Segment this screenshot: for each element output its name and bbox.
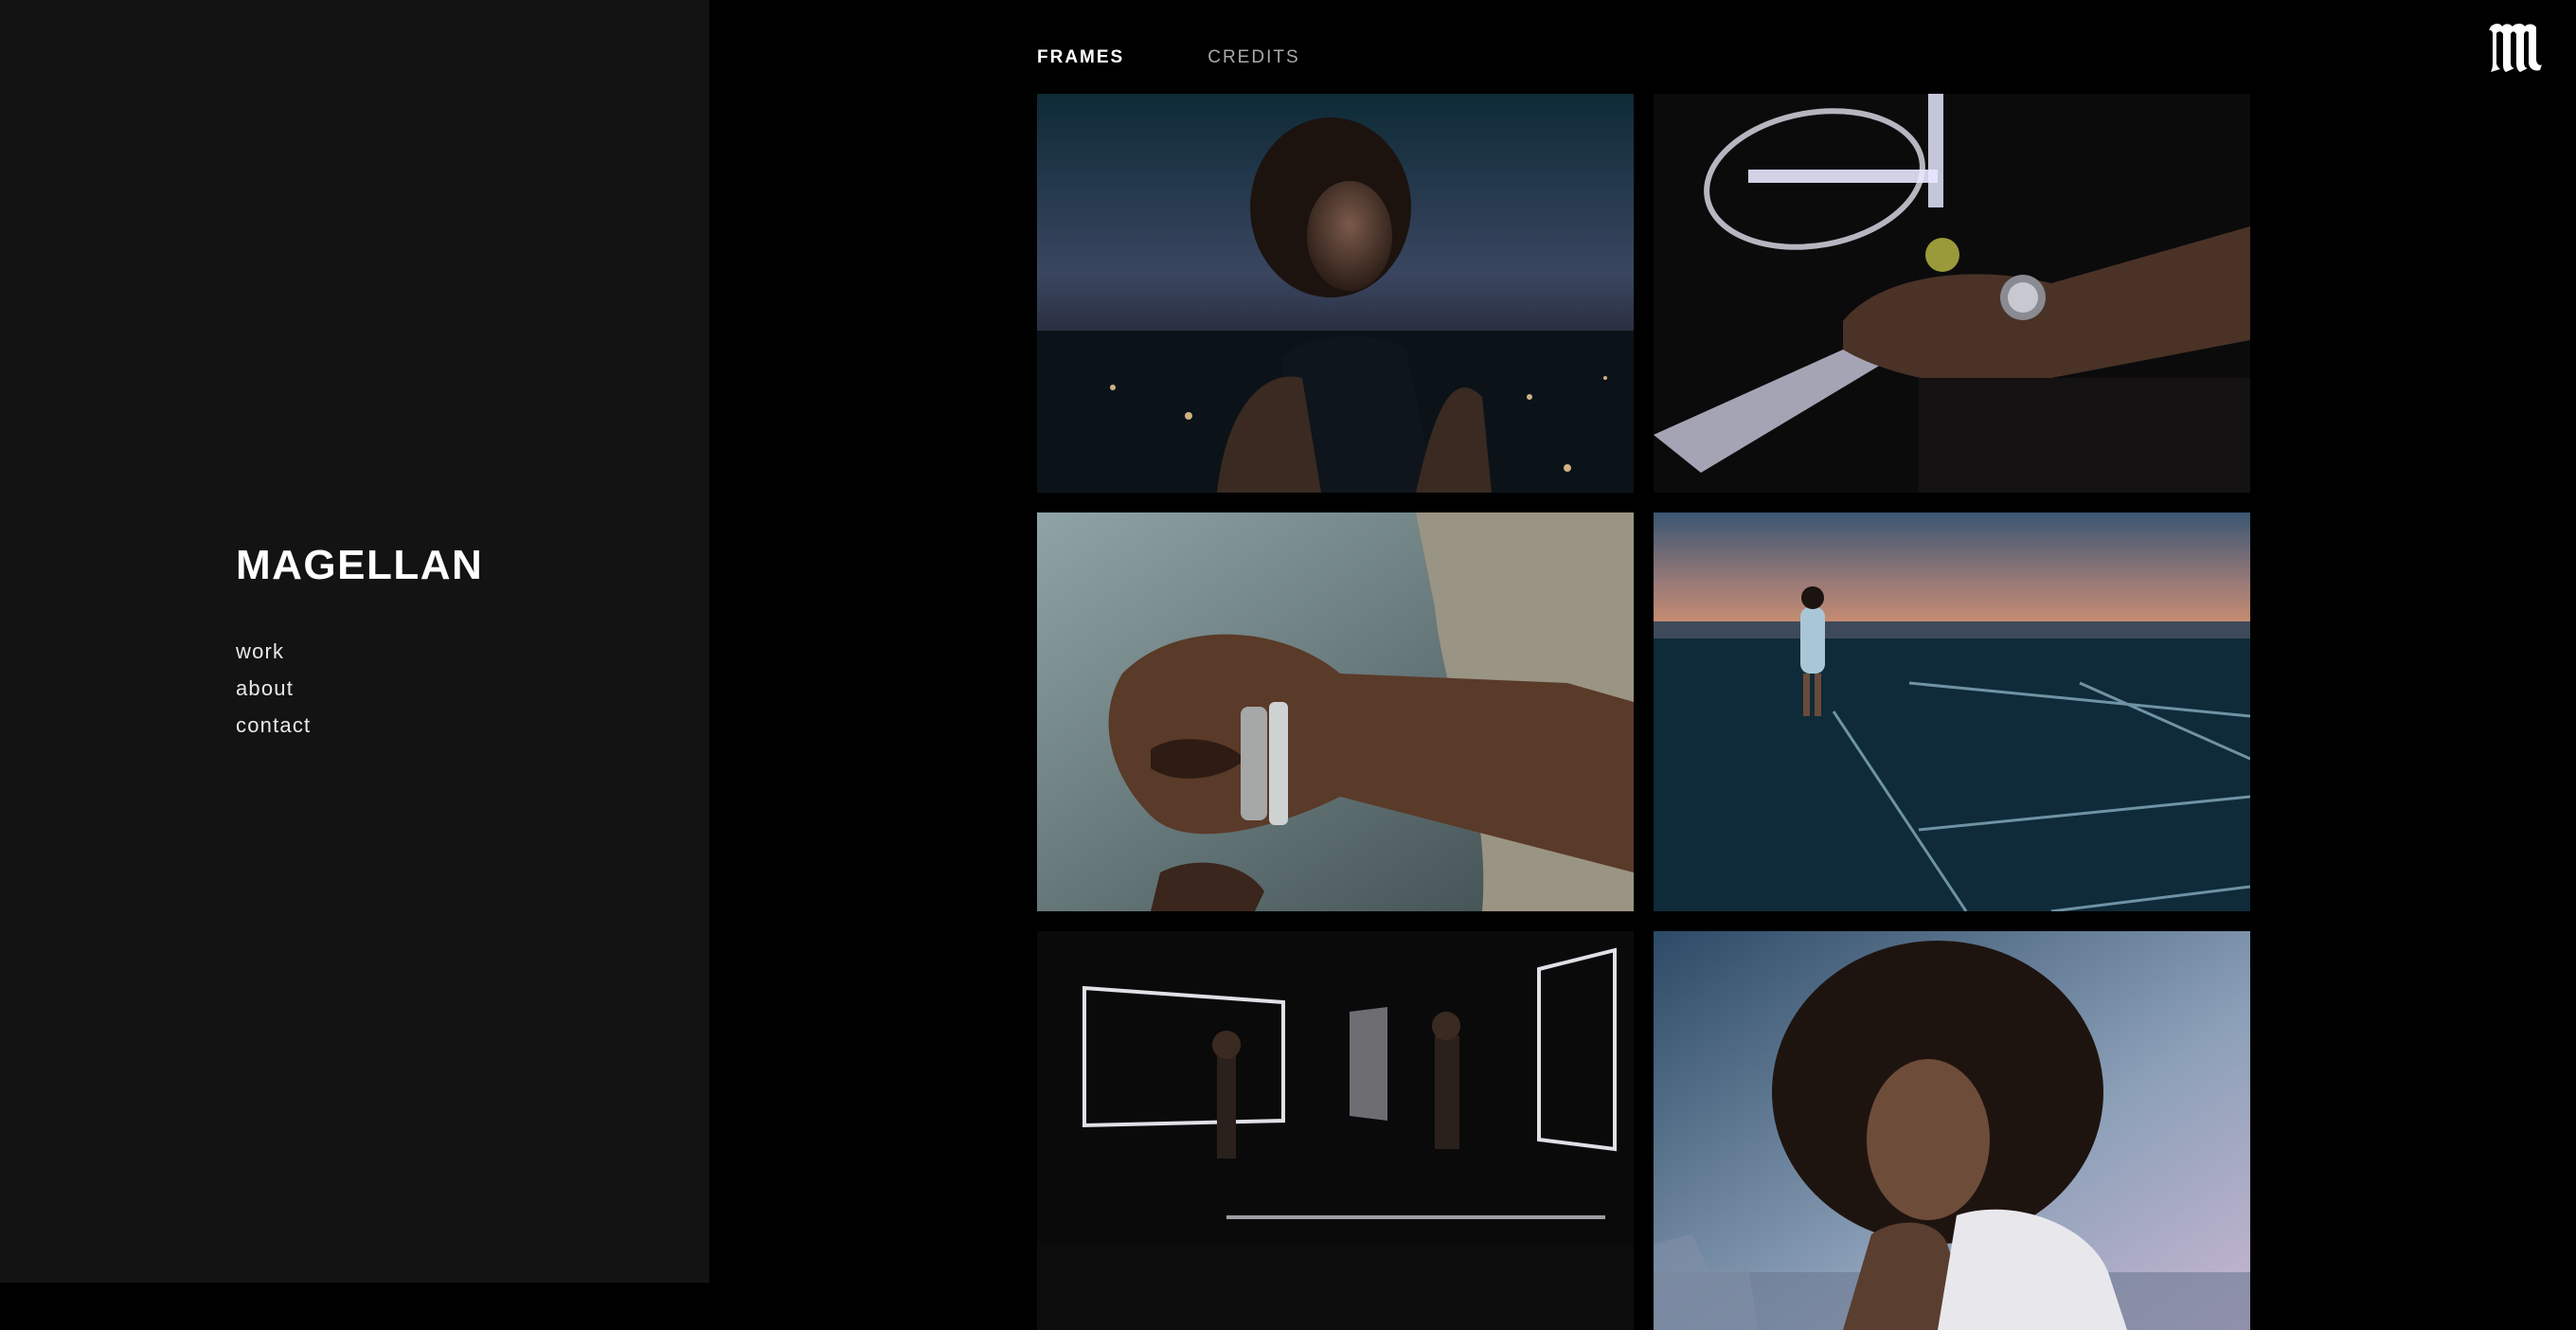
tab-frames[interactable]: FRAMES — [1037, 45, 1124, 70]
frames-grid — [1037, 94, 2250, 1330]
frame-portrait-city-dusk[interactable] — [1037, 94, 1634, 493]
frame-tennis-court-sunset[interactable] — [1654, 512, 2250, 911]
sidebar-nav: work about contact — [236, 633, 311, 744]
nav-item-contact[interactable]: contact — [236, 707, 311, 744]
frame-wrist-watch-closeup[interactable] — [1037, 512, 1634, 911]
blackletter-m-icon[interactable] — [2485, 15, 2546, 76]
sidebar: MAGELLAN work about contact — [0, 0, 709, 1283]
frame-mirror-room-neon[interactable] — [1037, 931, 1634, 1330]
frame-portrait-curly-hair[interactable] — [1654, 931, 2250, 1330]
project-tabs: FRAMES CREDITS — [1037, 45, 1300, 70]
tab-credits[interactable]: CREDITS — [1208, 45, 1299, 70]
brand-title[interactable]: MAGELLAN — [236, 542, 483, 589]
nav-item-work[interactable]: work — [236, 633, 311, 670]
nav-item-about[interactable]: about — [236, 670, 311, 707]
frame-watch-racket-neon[interactable] — [1654, 94, 2250, 493]
